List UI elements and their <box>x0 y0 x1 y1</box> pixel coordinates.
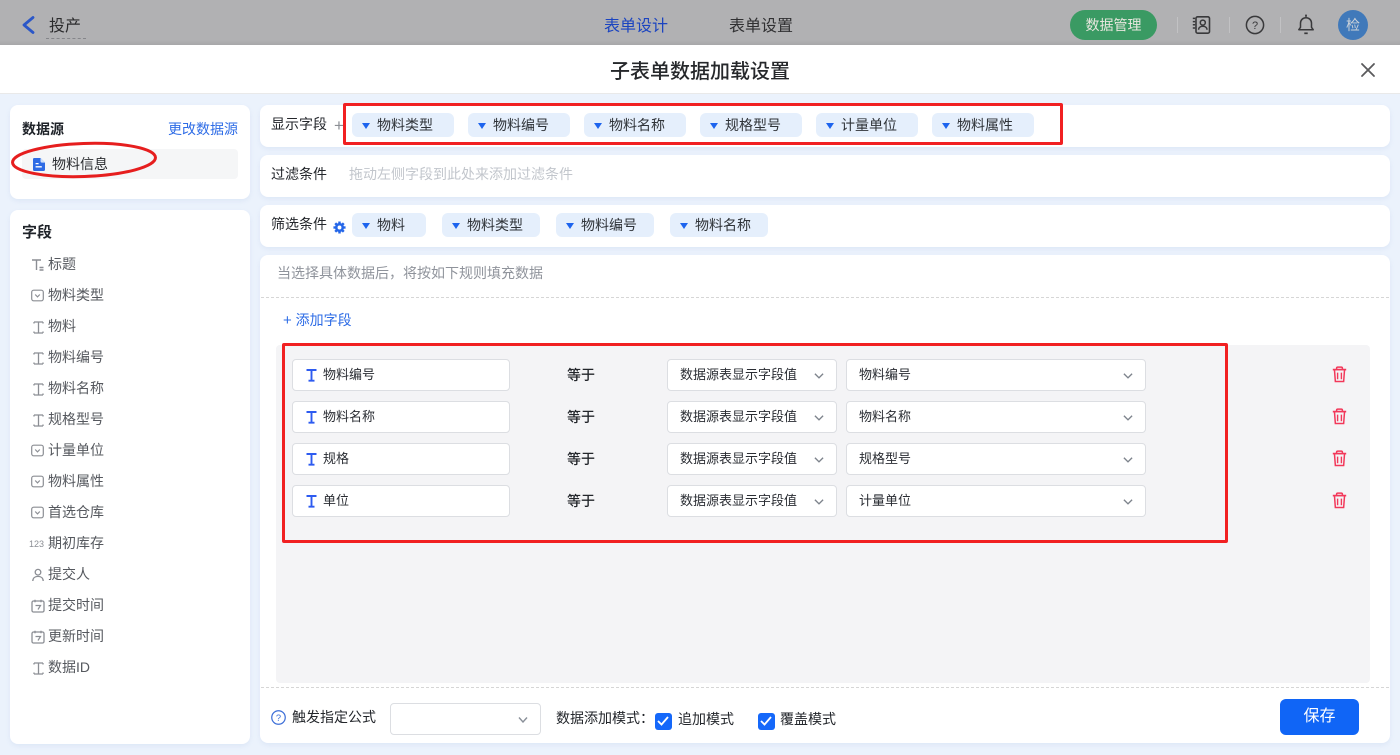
svg-text:?: ? <box>1252 20 1258 32</box>
svg-text:?: ? <box>276 713 281 723</box>
